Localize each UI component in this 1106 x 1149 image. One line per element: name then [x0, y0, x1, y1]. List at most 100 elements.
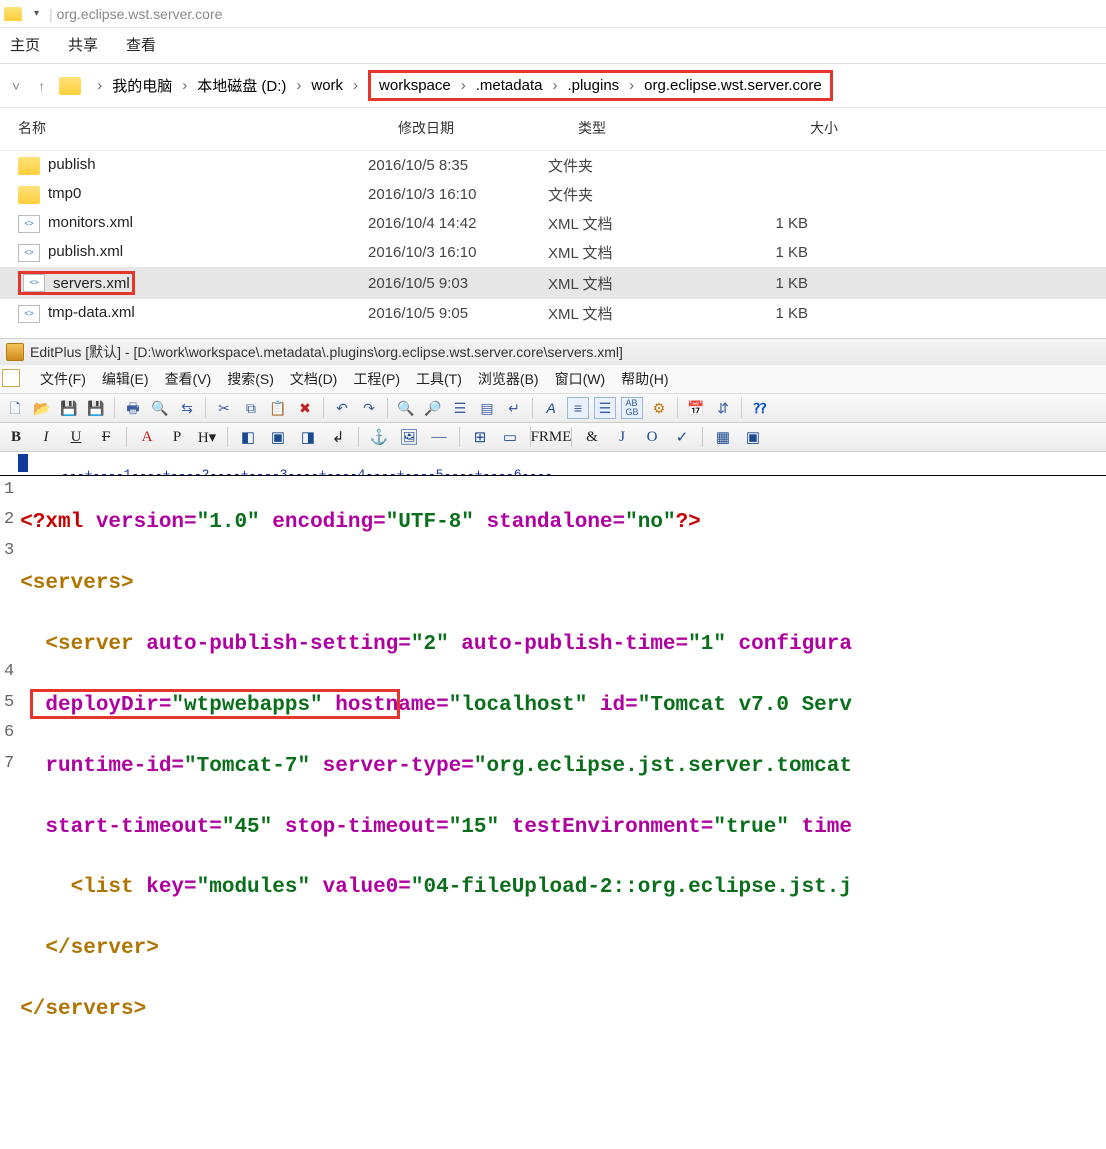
- crumb-workspace[interactable]: workspace: [379, 77, 451, 94]
- crumb-plugins[interactable]: .plugins: [567, 77, 619, 94]
- file-name: <>monitors.xml: [18, 214, 368, 232]
- menu-search[interactable]: 搜索(S): [227, 369, 274, 389]
- nav-back-icon[interactable]: ˅: [8, 76, 24, 96]
- non-break-icon[interactable]: ↲: [326, 426, 350, 448]
- menu-browser[interactable]: 浏览器(B): [478, 369, 539, 389]
- palette-icon[interactable]: ▦: [711, 426, 735, 448]
- print-preview-icon[interactable]: 🔍: [149, 397, 171, 419]
- line-number: 3: [4, 539, 14, 569]
- sort-icon[interactable]: ⇵: [712, 397, 734, 419]
- strike-icon[interactable]: F: [94, 426, 118, 448]
- col-name[interactable]: 名称: [18, 118, 398, 138]
- undo-icon[interactable]: ↶: [331, 397, 353, 419]
- separator: [387, 398, 388, 418]
- print-icon[interactable]: 🖶: [122, 397, 144, 419]
- script-icon[interactable]: J: [610, 426, 634, 448]
- frame-icon[interactable]: FRME: [539, 426, 563, 448]
- menu-tools[interactable]: 工具(T): [416, 369, 462, 389]
- image-icon[interactable]: 🖼: [397, 426, 421, 448]
- save-all-icon[interactable]: 💾: [85, 397, 107, 419]
- redo-icon[interactable]: ↷: [358, 397, 380, 419]
- menu-help[interactable]: 帮助(H): [621, 369, 668, 389]
- col-type[interactable]: 类型: [578, 118, 748, 138]
- explorer-titlebar: ▾ | org.eclipse.wst.server.core: [0, 0, 1106, 28]
- word-wrap-icon[interactable]: ≡: [567, 397, 589, 419]
- align-left-icon[interactable]: ◧: [236, 426, 260, 448]
- goto-icon[interactable]: ☰: [449, 397, 471, 419]
- wrap-icon[interactable]: ↵: [503, 397, 525, 419]
- save-icon[interactable]: 💾: [58, 397, 80, 419]
- new-file-icon[interactable]: 🗋: [4, 397, 26, 419]
- open-file-icon[interactable]: 📂: [31, 397, 53, 419]
- find-next-icon[interactable]: 🔎: [422, 397, 444, 419]
- file-row[interactable]: <>tmp-data.xml2016/10/5 9:05XML 文档1 KB: [0, 299, 1106, 328]
- menu-project[interactable]: 工程(P): [353, 369, 400, 389]
- file-name: publish: [18, 156, 368, 174]
- align-center-icon[interactable]: ▣: [266, 426, 290, 448]
- bookmark-icon[interactable]: ▤: [476, 397, 498, 419]
- chevron-right-icon: ›: [552, 77, 557, 94]
- file-row[interactable]: publish2016/10/5 8:35文件夹: [0, 151, 1106, 180]
- col-date[interactable]: 修改日期: [398, 118, 578, 138]
- crumb-d-drive[interactable]: 本地磁盘 (D:): [197, 75, 286, 96]
- settings-icon[interactable]: ⚙: [648, 397, 670, 419]
- calendar-icon[interactable]: 📅: [685, 397, 707, 419]
- separator: [227, 427, 228, 447]
- color-icon[interactable]: A: [135, 426, 159, 448]
- file-row[interactable]: <>monitors.xml2016/10/4 14:42XML 文档1 KB: [0, 209, 1106, 238]
- menu-window[interactable]: 窗口(W): [555, 369, 606, 389]
- charset-icon[interactable]: ABGB: [621, 397, 643, 419]
- highlight-icon[interactable]: P: [165, 426, 189, 448]
- font-icon[interactable]: A: [540, 397, 562, 419]
- line-number-icon[interactable]: ☰: [594, 397, 616, 419]
- file-name: tmp0: [18, 185, 368, 203]
- nav-up-icon[interactable]: ↑: [34, 76, 49, 96]
- special-char-icon[interactable]: &: [580, 426, 604, 448]
- crumb-metadata[interactable]: .metadata: [476, 77, 543, 94]
- tab-view[interactable]: 查看: [126, 34, 156, 55]
- line-number: [4, 600, 14, 630]
- validate-icon[interactable]: ✓: [670, 426, 694, 448]
- help-icon[interactable]: ⁇: [749, 397, 771, 419]
- editplus-icon: [6, 343, 24, 361]
- table-icon[interactable]: ⊞: [468, 426, 492, 448]
- line-number: [4, 630, 14, 660]
- file-row[interactable]: <>servers.xml2016/10/5 9:03XML 文档1 KB: [0, 267, 1106, 299]
- file-row[interactable]: <>publish.xml2016/10/3 16:10XML 文档1 KB: [0, 238, 1106, 267]
- code-content[interactable]: <?xml version="1.0" encoding="UTF-8" sta…: [20, 476, 852, 1149]
- paste-icon[interactable]: 📋: [267, 397, 289, 419]
- xml-file-icon: <>: [18, 215, 40, 233]
- crumb-mycomputer[interactable]: 我的电脑: [112, 75, 172, 96]
- tab-home[interactable]: 主页: [10, 34, 40, 55]
- menu-edit[interactable]: 编辑(E): [102, 369, 149, 389]
- tab-share[interactable]: 共享: [68, 34, 98, 55]
- separator: [126, 427, 127, 447]
- col-size[interactable]: 大小: [748, 118, 868, 138]
- menu-view[interactable]: 查看(V): [165, 369, 212, 389]
- crumb-current[interactable]: org.eclipse.wst.server.core: [644, 77, 822, 94]
- form-icon[interactable]: ▭: [498, 426, 522, 448]
- separator: [677, 398, 678, 418]
- hr-icon[interactable]: —: [427, 426, 451, 448]
- copy-icon[interactable]: ⧉: [240, 397, 262, 419]
- window-icon[interactable]: ▣: [741, 426, 765, 448]
- italic-icon[interactable]: I: [34, 426, 58, 448]
- object-icon[interactable]: O: [640, 426, 664, 448]
- menu-file[interactable]: 文件(F): [40, 369, 86, 389]
- crumb-work[interactable]: work: [311, 77, 343, 94]
- delete-icon[interactable]: ✖: [294, 397, 316, 419]
- align-right-icon[interactable]: ◨: [296, 426, 320, 448]
- toggle-icon[interactable]: ⇆: [176, 397, 198, 419]
- separator: [114, 398, 115, 418]
- cut-icon[interactable]: ✂: [213, 397, 235, 419]
- dropdown-icon[interactable]: ▾: [34, 8, 39, 19]
- separator: [741, 398, 742, 418]
- xml-file-icon: <>: [23, 274, 45, 292]
- bold-icon[interactable]: B: [4, 426, 28, 448]
- anchor-icon[interactable]: ⚓: [367, 426, 391, 448]
- menu-document[interactable]: 文档(D): [290, 369, 337, 389]
- heading-icon[interactable]: H▾: [195, 426, 219, 448]
- find-icon[interactable]: 🔍: [395, 397, 417, 419]
- underline-icon[interactable]: U: [64, 426, 88, 448]
- file-row[interactable]: tmp02016/10/3 16:10文件夹: [0, 180, 1106, 209]
